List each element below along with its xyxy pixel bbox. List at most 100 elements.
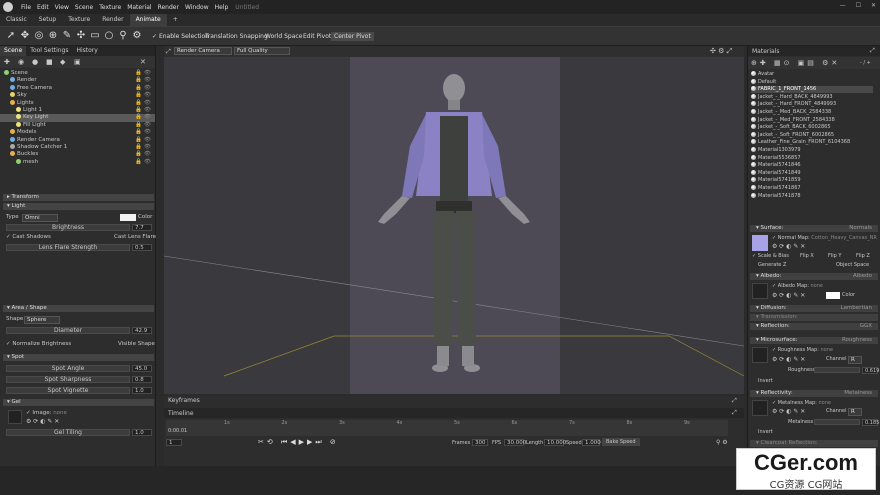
tab-animate[interactable]: Animate — [129, 14, 167, 26]
shape-select[interactable]: Sphere — [24, 316, 60, 324]
tree-item[interactable]: mesh 🔒 👁 — [0, 158, 155, 166]
visibility-icon[interactable]: 🔒 👁 — [135, 151, 151, 158]
spot-vignette-value[interactable]: 1.0 — [132, 387, 152, 394]
pivot-icon[interactable]: ✣ — [75, 30, 87, 42]
materials-expand-icon[interactable]: ⤢ — [870, 47, 875, 55]
material-item[interactable]: Jacket_-_Med_FRONT_2584338 — [751, 116, 873, 124]
current-frame[interactable]: 1 — [166, 439, 182, 446]
tree-item[interactable]: Lights 🔒 👁 — [0, 99, 155, 107]
roughness-slider[interactable] — [814, 367, 860, 373]
section-transform[interactable]: ▸ Transform — [3, 194, 154, 201]
tree-item[interactable]: Light 1 🔒 👁 — [0, 107, 155, 114]
section-light[interactable]: ▾ Light — [3, 203, 154, 210]
metalness-map-tools[interactable]: ⚙ ⟳ ◐ ✎ ✕ — [772, 408, 805, 415]
flip-z-checkbox[interactable]: Flip Z — [856, 253, 870, 260]
tab-history[interactable]: History — [72, 46, 101, 56]
spot-sharpness-value[interactable]: 0.8 — [132, 376, 152, 383]
search-icon[interactable]: ⚲ — [117, 30, 129, 42]
rotate-icon[interactable]: ◎ — [33, 30, 45, 42]
enable-selection-toggle[interactable]: ✓ Enable Selection — [152, 33, 209, 40]
material-item[interactable]: Avatar — [751, 71, 873, 78]
material-item[interactable]: Default — [751, 78, 873, 86]
character-model[interactable] — [378, 74, 530, 372]
visibility-icon[interactable]: 🔒 👁 — [135, 114, 151, 121]
section-reflectivity[interactable]: ▾ Reflectivity: Metalness — [750, 390, 878, 397]
visibility-icon[interactable]: 🔒 👁 — [135, 129, 151, 136]
cast-shadows-checkbox[interactable]: ✓ Cast Shadows — [6, 234, 51, 241]
normal-map-thumbnail[interactable] — [752, 235, 768, 251]
albedo-map-slot[interactable] — [752, 283, 768, 299]
add-tab-button[interactable]: + — [167, 14, 184, 26]
metalness-invert-checkbox[interactable]: Invert — [758, 429, 773, 436]
center-pivot-button[interactable]: Center Pivot — [331, 32, 374, 41]
metalness-value[interactable]: 0.185 — [862, 419, 879, 426]
visibility-icon[interactable]: 🔒 👁 — [135, 77, 151, 84]
lasso-icon[interactable]: ○ — [103, 30, 115, 42]
cast-lens-flare-checkbox[interactable]: Cast Lens Flare — [114, 234, 156, 241]
roughness-map-tools[interactable]: ⚙ ⟳ ◐ ✎ ✕ — [772, 356, 805, 363]
scale-bias-checkbox[interactable]: ✓ Scale & Bias — [752, 253, 789, 260]
section-diffusion[interactable]: ▾ Diffusion: Lambertian — [750, 305, 878, 312]
light-type-select[interactable]: Omni — [22, 214, 58, 222]
add-icon[interactable]: ✚ — [4, 58, 10, 66]
menu-file[interactable]: File — [18, 4, 34, 11]
close-icon[interactable]: ✕ — [871, 2, 876, 9]
section-area-shape[interactable]: ▾ Area / Shape — [3, 305, 154, 312]
normalize-brightness-checkbox[interactable]: ✓ Normalize Brightness — [6, 341, 71, 348]
metalness-channel-select[interactable]: R — [848, 408, 862, 416]
flip-y-checkbox[interactable]: Flip Y — [828, 253, 841, 260]
roughness-value[interactable]: 0.619 — [862, 367, 879, 374]
metalness-map-slot[interactable] — [752, 400, 768, 416]
minimize-icon[interactable]: — — [840, 2, 846, 9]
tree-item[interactable]: Sky 🔒 👁 — [0, 92, 155, 99]
visibility-icon[interactable]: 🔒 👁 — [135, 70, 151, 77]
viewport-settings-icon[interactable]: ✣ ⚙ ⤢ — [710, 47, 732, 56]
tree-item[interactable]: Buckles 🔒 👁 — [0, 151, 155, 158]
material-item[interactable]: Material5536857 — [751, 154, 873, 162]
tree-item[interactable]: Key Light 🔒 👁 — [0, 114, 155, 122]
tree-item[interactable]: Render 🔒 👁 — [0, 77, 155, 84]
gel-image-slot[interactable] — [8, 410, 22, 424]
tab-render[interactable]: Render — [96, 14, 129, 26]
material-item[interactable]: Material5741867 — [751, 185, 873, 192]
light-color-swatch[interactable] — [120, 214, 136, 221]
material-item[interactable]: Jacket_-_Soft_FRONT_6002865 — [751, 131, 873, 139]
fps-value[interactable]: 30.000 — [504, 439, 526, 446]
quality-select[interactable]: Full Quality — [234, 47, 290, 55]
material-item[interactable]: Jacket_-_Med_BACK_2584338 — [751, 109, 873, 116]
material-item[interactable]: Material5741859 — [751, 177, 873, 184]
expand-icon[interactable]: ⤢ — [166, 48, 171, 56]
menu-edit[interactable]: Edit — [34, 4, 52, 11]
keyframes-tab[interactable]: Keyframes — [168, 397, 200, 404]
material-item[interactable]: FABRIC_1_FRONT_1456 — [751, 86, 873, 94]
playback-controls[interactable]: ✂⟲ ⏮◀▶▶⏭ ⊘ — [258, 438, 339, 447]
sphere-icon[interactable]: ● — [32, 58, 38, 66]
delete-icon[interactable]: ✕ — [140, 58, 146, 66]
visibility-icon[interactable]: 🔒 👁 — [135, 137, 151, 144]
section-surface[interactable]: ▾ Surface: Normals — [750, 225, 878, 232]
menu-texture[interactable]: Texture — [96, 4, 124, 11]
timeline-expand-icon[interactable]: ⤢ — [732, 409, 737, 417]
section-spot[interactable]: ▾ Spot — [3, 354, 154, 361]
materials-filter[interactable]: - / + — [860, 60, 871, 66]
world-space-button[interactable]: World Space — [265, 33, 302, 40]
length-value[interactable]: 10.000 — [544, 439, 566, 446]
material-item[interactable]: Material5741846 — [751, 162, 873, 169]
section-gel[interactable]: ▾ Gel — [3, 399, 154, 406]
roughness-channel-select[interactable]: R — [848, 356, 862, 364]
menu-help[interactable]: Help — [212, 4, 232, 11]
brightness-value[interactable]: 7.7 — [132, 224, 152, 231]
diameter-value[interactable]: 42.9 — [132, 327, 152, 334]
visibility-icon[interactable]: 🔒 👁 — [135, 85, 151, 92]
tab-classic[interactable]: Classic — [0, 14, 33, 26]
timeline-tools-icon[interactable]: ⚲ ⚙ — [716, 439, 728, 446]
translation-snapping-button[interactable]: Translation Snapping — [205, 33, 268, 40]
visible-shape-checkbox[interactable]: Visible Shape — [118, 341, 155, 348]
gel-tiling-slider[interactable]: Gel Tiling — [6, 429, 130, 436]
material-item[interactable]: Material1303979 — [751, 147, 873, 154]
normal-map-tools[interactable]: ⚙ ⟳ ◐ ✎ ✕ — [772, 243, 805, 250]
visibility-icon[interactable]: 🔒 👁 — [135, 107, 151, 114]
gel-image-tools[interactable]: ⚙ ⟳ ◐ ✎ ✕ — [26, 418, 59, 425]
tree-item[interactable]: Render Camera 🔒 👁 — [0, 136, 155, 144]
visibility-icon[interactable]: 🔒 👁 — [135, 92, 151, 99]
